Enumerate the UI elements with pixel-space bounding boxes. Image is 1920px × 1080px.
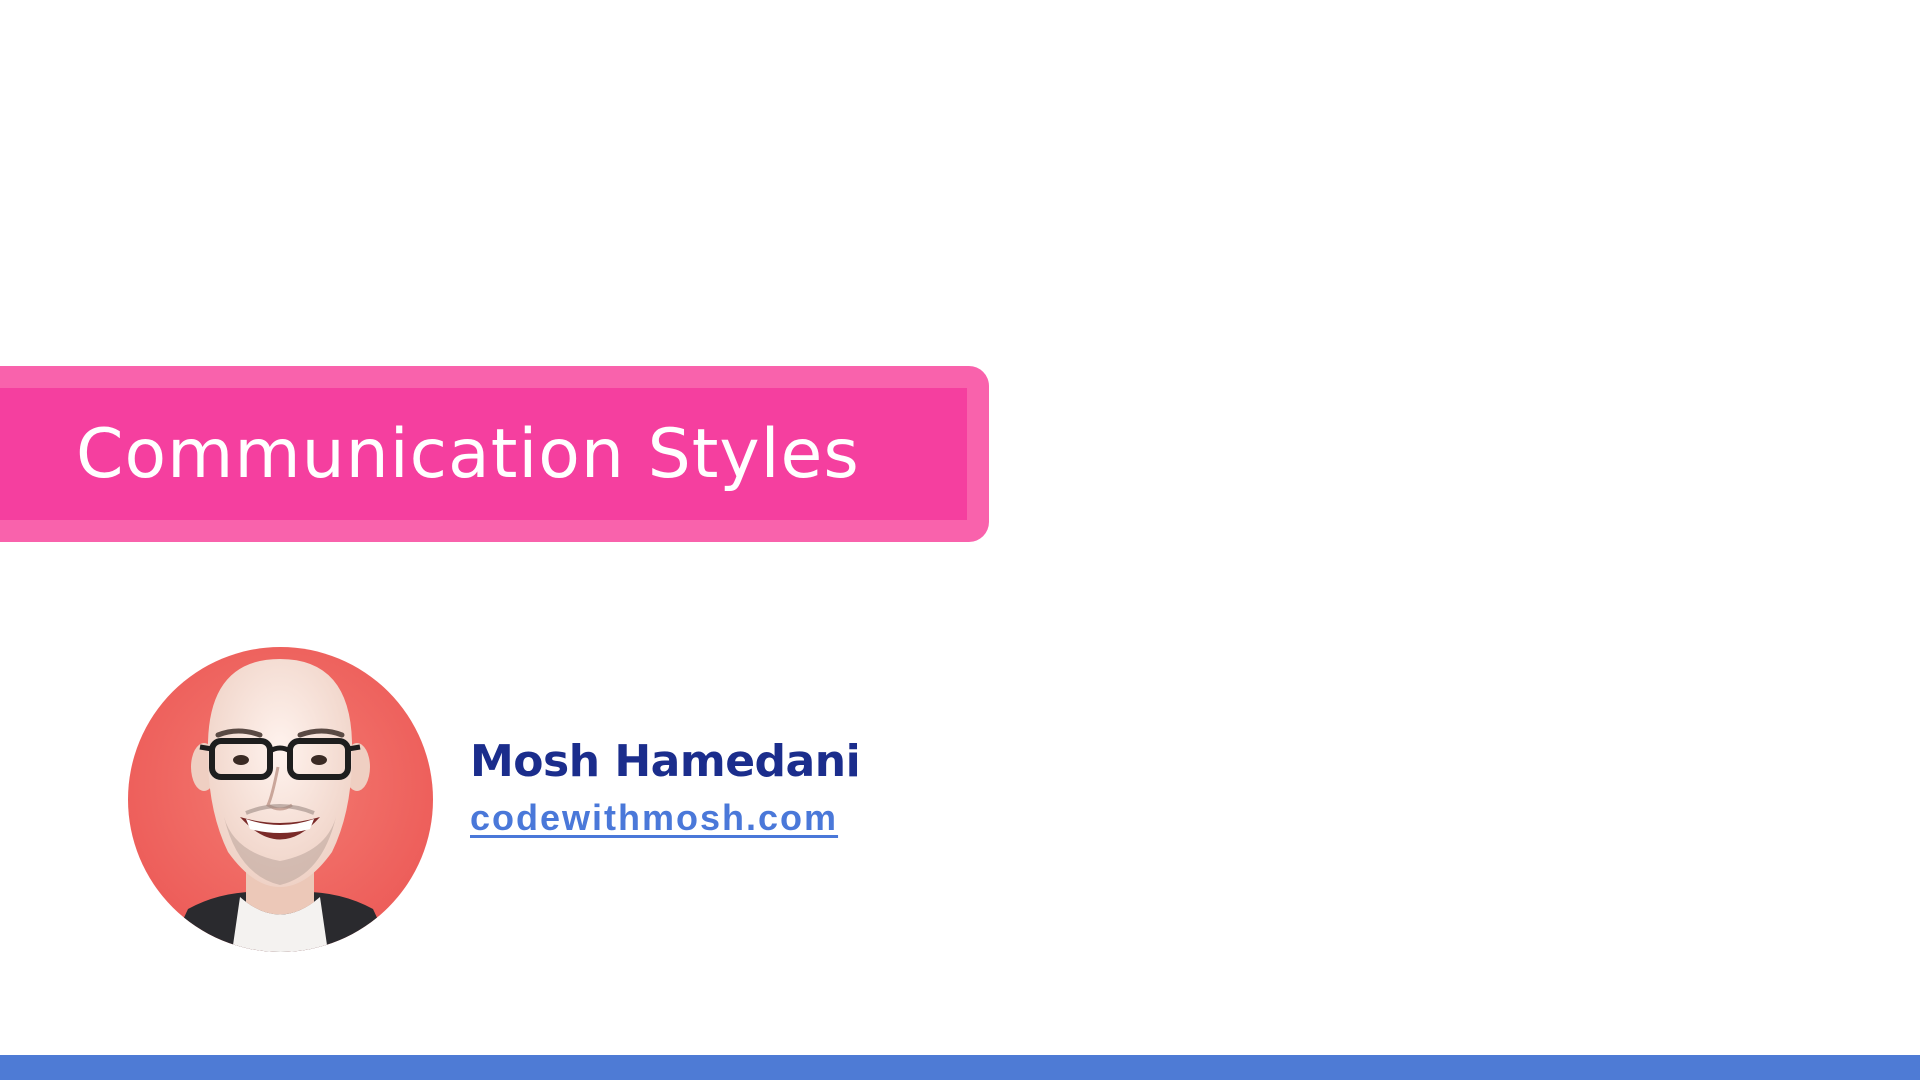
presenter-photo — [128, 647, 433, 952]
presenter-name: Mosh Hamedani — [470, 736, 861, 787]
slide-title: Communication Styles — [76, 414, 860, 494]
title-banner-inner: Communication Styles — [0, 388, 967, 520]
title-banner: Communication Styles — [0, 366, 989, 542]
presenter-website-link[interactable]: codewithmosh.com — [470, 797, 838, 839]
bottom-accent-bar — [0, 1055, 1920, 1080]
presenter-avatar — [128, 647, 433, 952]
slide: Communication Styles Mosh Hamedani codew… — [0, 0, 1920, 1080]
